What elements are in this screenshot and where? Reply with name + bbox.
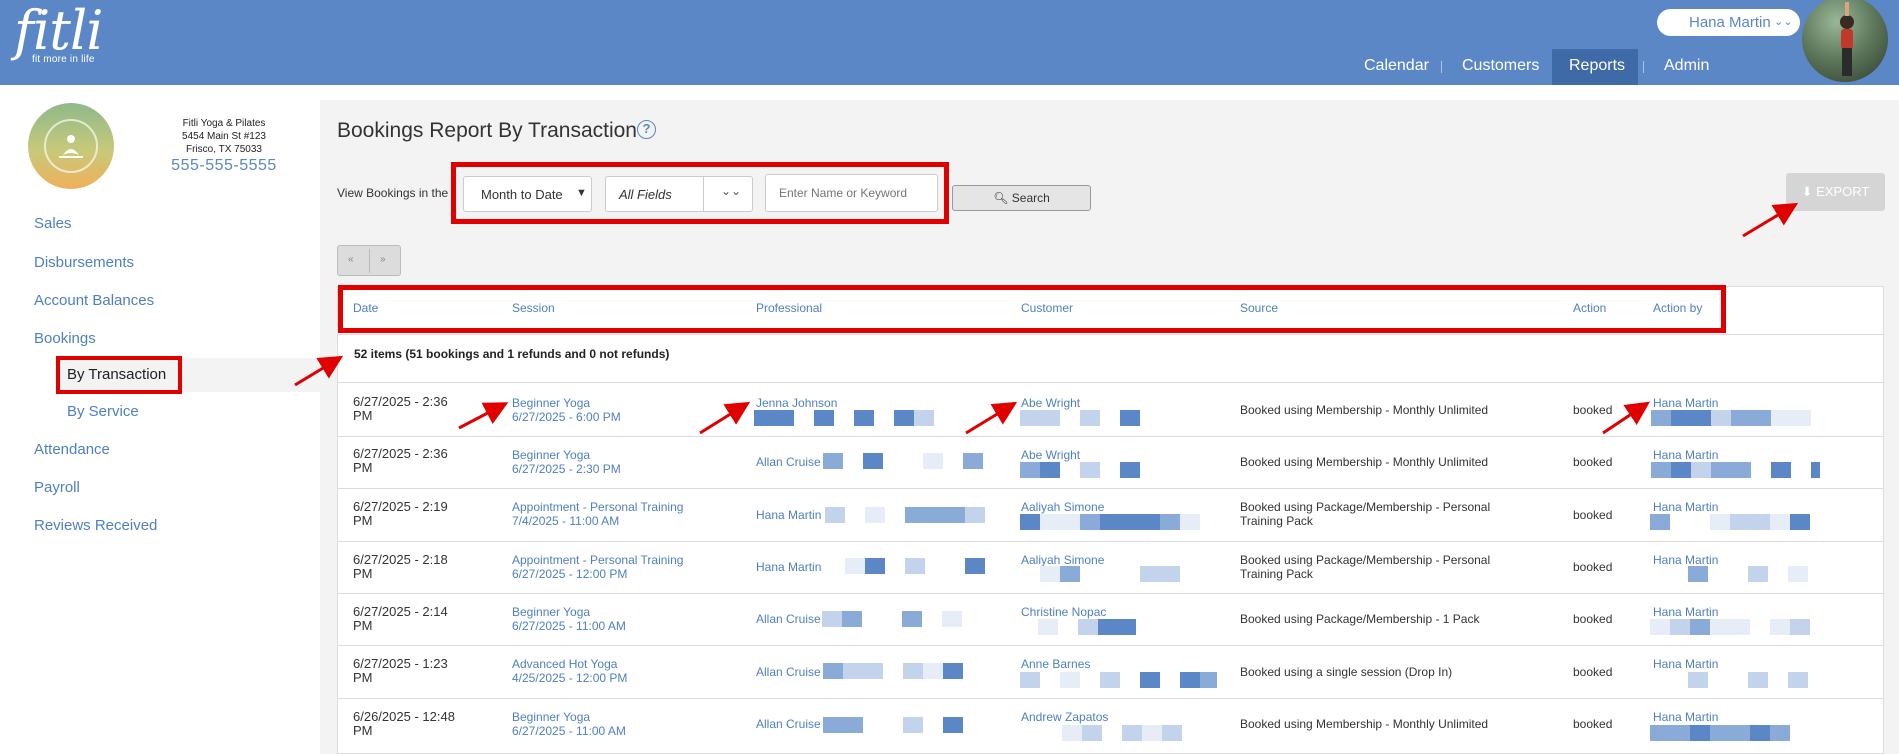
arrow-icon	[1742, 202, 1799, 238]
arrow-icon	[1602, 401, 1650, 435]
annotation-arrows	[294, 202, 1799, 435]
arrow-icon	[294, 355, 344, 387]
arrow-icon	[965, 401, 1018, 435]
arrow-icon	[699, 401, 751, 435]
arrow-icon	[458, 402, 509, 430]
